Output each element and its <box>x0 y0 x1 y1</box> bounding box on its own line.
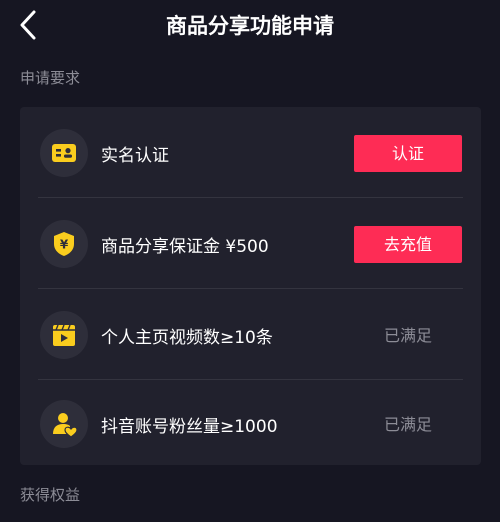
requirement-label: 实名认证 <box>101 146 169 166</box>
requirements-section-title: 申请要求 <box>20 69 81 87</box>
requirement-label: 商品分享保证金 ¥500 <box>101 237 269 257</box>
fans-icon <box>40 400 88 448</box>
requirement-label: 抖音账号粉丝量≥1000 <box>101 417 278 437</box>
requirement-row-videos: 个人主页视频数≥10条 已满足 <box>20 290 481 380</box>
nav-bar: 商品分享功能申请 <box>0 0 500 52</box>
row-divider <box>38 288 463 289</box>
row-divider <box>38 197 463 198</box>
shield-yen-icon: ¥ <box>40 220 88 268</box>
requirements-card: 实名认证 认证 ¥ 商品分享保证金 ¥500 去充值 个人主页视频数≥10条 已… <box>20 107 481 465</box>
requirement-status: 已满足 <box>383 415 432 434</box>
requirement-label: 个人主页视频数≥10条 <box>101 328 273 348</box>
video-clapper-icon <box>40 311 88 359</box>
svg-text:¥: ¥ <box>60 238 69 252</box>
verify-button[interactable]: 认证 <box>354 135 462 172</box>
recharge-button[interactable]: 去充值 <box>354 226 462 263</box>
requirement-status: 已满足 <box>383 326 432 345</box>
requirement-row-deposit: ¥ 商品分享保证金 ¥500 去充值 <box>20 199 481 289</box>
benefits-section-title: 获得权益 <box>20 486 81 504</box>
requirement-row-real-name: 实名认证 认证 <box>20 108 481 198</box>
id-card-icon <box>40 129 88 177</box>
page-title: 商品分享功能申请 <box>166 14 334 38</box>
requirement-row-fans: 抖音账号粉丝量≥1000 已满足 <box>20 379 481 469</box>
